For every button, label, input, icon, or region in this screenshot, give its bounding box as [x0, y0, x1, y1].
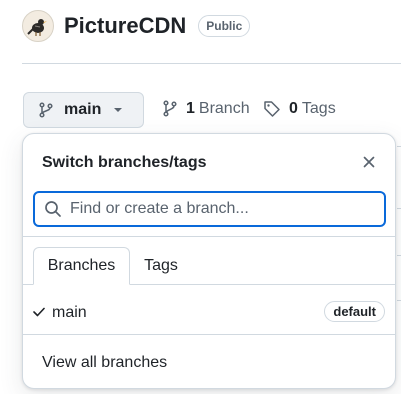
- branches-link[interactable]: 1 Branch: [162, 100, 250, 118]
- repo-name[interactable]: PictureCDN: [64, 13, 186, 39]
- header-divider: [22, 63, 401, 64]
- repo-avatar[interactable]: [22, 10, 54, 42]
- popover-title: Switch branches/tags: [42, 154, 207, 171]
- branch-name: main: [52, 304, 87, 321]
- background-divider: [397, 146, 401, 147]
- bird-icon: [27, 19, 47, 36]
- check-icon: [33, 307, 45, 317]
- view-all-branches-link[interactable]: View all branches: [42, 354, 167, 372]
- background-divider: [397, 300, 401, 301]
- background-divider: [397, 255, 401, 256]
- branch-search-field[interactable]: [33, 191, 386, 227]
- git-branch-icon: [163, 100, 177, 117]
- tab-tags[interactable]: Tags: [130, 247, 192, 285]
- search-icon: [45, 201, 61, 217]
- tag-count-label: Tags: [301, 100, 336, 117]
- branch-select-button[interactable]: main: [23, 92, 144, 128]
- branch-item-main[interactable]: main default: [23, 296, 395, 330]
- branch-search-input[interactable]: [70, 200, 360, 218]
- tag-count: 0: [289, 100, 298, 117]
- close-button[interactable]: [361, 154, 377, 170]
- background-divider: [397, 208, 401, 209]
- branch-count: 1: [186, 100, 195, 117]
- current-branch-label: main: [64, 101, 102, 118]
- git-branch-icon: [39, 102, 53, 118]
- tab-branches[interactable]: Branches: [33, 247, 130, 285]
- default-branch-badge: default: [324, 301, 385, 322]
- repo-header: PictureCDN Public: [22, 10, 251, 42]
- chevron-down-icon: [114, 108, 123, 112]
- tag-icon: [264, 101, 280, 117]
- footer-divider: [23, 334, 395, 335]
- visibility-badge: Public: [198, 15, 251, 37]
- close-icon: [363, 156, 375, 168]
- branch-count-label: Branch: [198, 100, 250, 117]
- tabs-divider: [23, 236, 395, 237]
- branch-switcher-popover: Switch branches/tags Branches Tags main …: [22, 133, 396, 389]
- tags-link[interactable]: 0 Tags: [263, 100, 336, 118]
